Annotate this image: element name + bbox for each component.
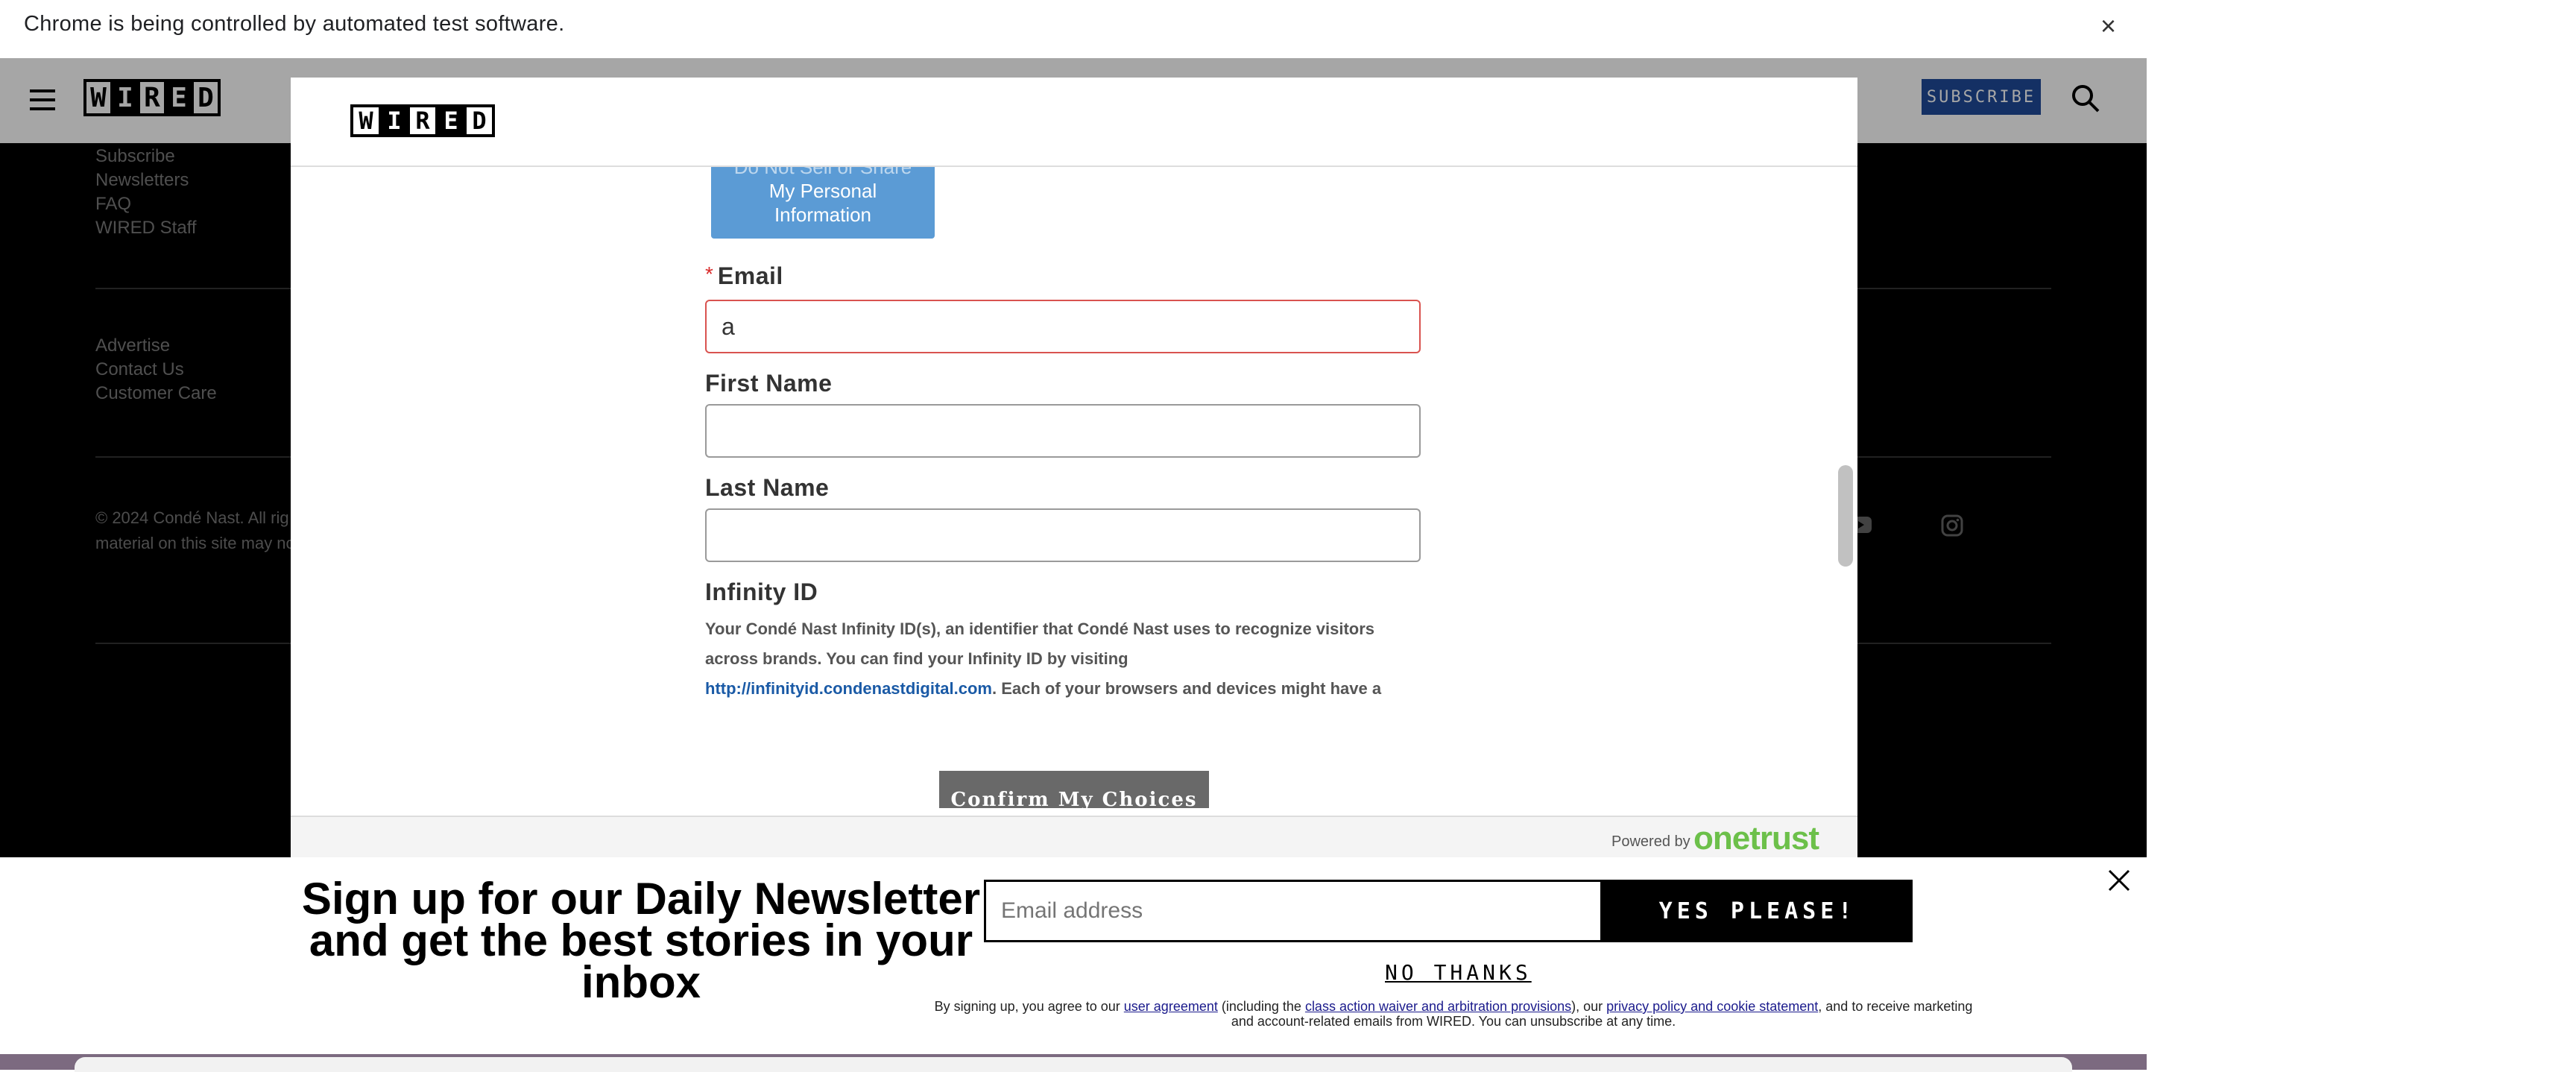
button-label: My Personal <box>768 180 877 202</box>
infinity-text-line: across brands. You can find your Infinit… <box>705 649 1128 668</box>
newsletter-banner: Sign up for our Daily Newsletter and get… <box>0 857 2147 1054</box>
infinity-id-description: Your Condé Nast Infinity ID(s), an ident… <box>705 614 1406 704</box>
newsletter-submit-button[interactable]: YES PLEASE! <box>1603 880 1913 942</box>
infobar-message: Chrome is being controlled by automated … <box>24 12 565 36</box>
onetrust-logo[interactable]: onetrust <box>1693 820 1819 857</box>
logo-letter: I <box>379 104 410 137</box>
logo-letter: E <box>435 104 467 137</box>
logo-letter: R <box>407 104 438 137</box>
fine-print-text: ), our <box>1571 999 1607 1014</box>
fine-print-text: (including the <box>1217 999 1305 1014</box>
email-label: * Email <box>705 262 783 290</box>
confirm-choices-button[interactable]: Confirm My Choices <box>939 771 1209 808</box>
newsletter-title: Sign up for our Daily Newsletter and get… <box>301 874 981 1007</box>
last-name-label: Last Name <box>705 474 830 501</box>
infinity-text-rest: . Each of your browsers and devices migh… <box>992 679 1382 698</box>
infobar-close-icon[interactable]: × <box>2100 10 2116 42</box>
logo-letter: W <box>350 104 382 137</box>
modal-wired-logo: W I R E D <box>350 104 495 137</box>
modal-scroll-area[interactable]: Do Not Sell or Share My Personal Informa… <box>291 167 1857 808</box>
automation-infobar: Chrome is being controlled by automated … <box>0 0 2147 58</box>
close-icon[interactable] <box>2106 868 2132 897</box>
last-name-field[interactable] <box>705 508 1421 562</box>
do-not-sell-button[interactable]: Do Not Sell or Share My Personal Informa… <box>711 167 935 239</box>
fine-print-text: By signing up, you agree to our <box>934 999 1124 1014</box>
button-label: Information <box>774 204 872 226</box>
email-label-text: Email <box>717 262 783 289</box>
modal-header: W I R E D <box>291 78 1857 167</box>
privacy-modal: W I R E D Do Not Sell or Share My Person… <box>291 78 1857 875</box>
infinity-text-line: Your Condé Nast Infinity ID(s), an ident… <box>705 619 1375 638</box>
class-action-link[interactable]: class action waiver and arbitration prov… <box>1305 999 1571 1014</box>
no-thanks-link[interactable]: NO THANKS <box>1385 960 1532 985</box>
first-name-label: First Name <box>705 370 833 397</box>
newsletter-email-input[interactable] <box>984 880 1603 942</box>
button-label-cut: Do Not Sell or Share <box>733 167 912 178</box>
infinity-text-line: http://infinityid.condenastdigital.com. … <box>705 674 1406 704</box>
first-name-field[interactable] <box>705 404 1421 458</box>
infinity-id-title: Infinity ID <box>705 578 818 605</box>
page-background-strip <box>0 1054 2147 1072</box>
privacy-policy-link[interactable]: privacy policy and cookie statement <box>1606 999 1818 1014</box>
email-field[interactable] <box>705 300 1421 353</box>
infinity-id-link[interactable]: http://infinityid.condenastdigital.com <box>705 679 992 698</box>
required-mark: * <box>705 262 713 286</box>
newsletter-fine-print: By signing up, you agree to our user agr… <box>932 999 1975 1029</box>
user-agreement-link[interactable]: user agreement <box>1124 999 1218 1014</box>
modal-scrollbar[interactable] <box>1838 465 1853 567</box>
logo-letter: D <box>464 104 495 137</box>
content-card-edge <box>75 1057 2072 1072</box>
powered-by-label: Powered by <box>1611 833 1690 850</box>
